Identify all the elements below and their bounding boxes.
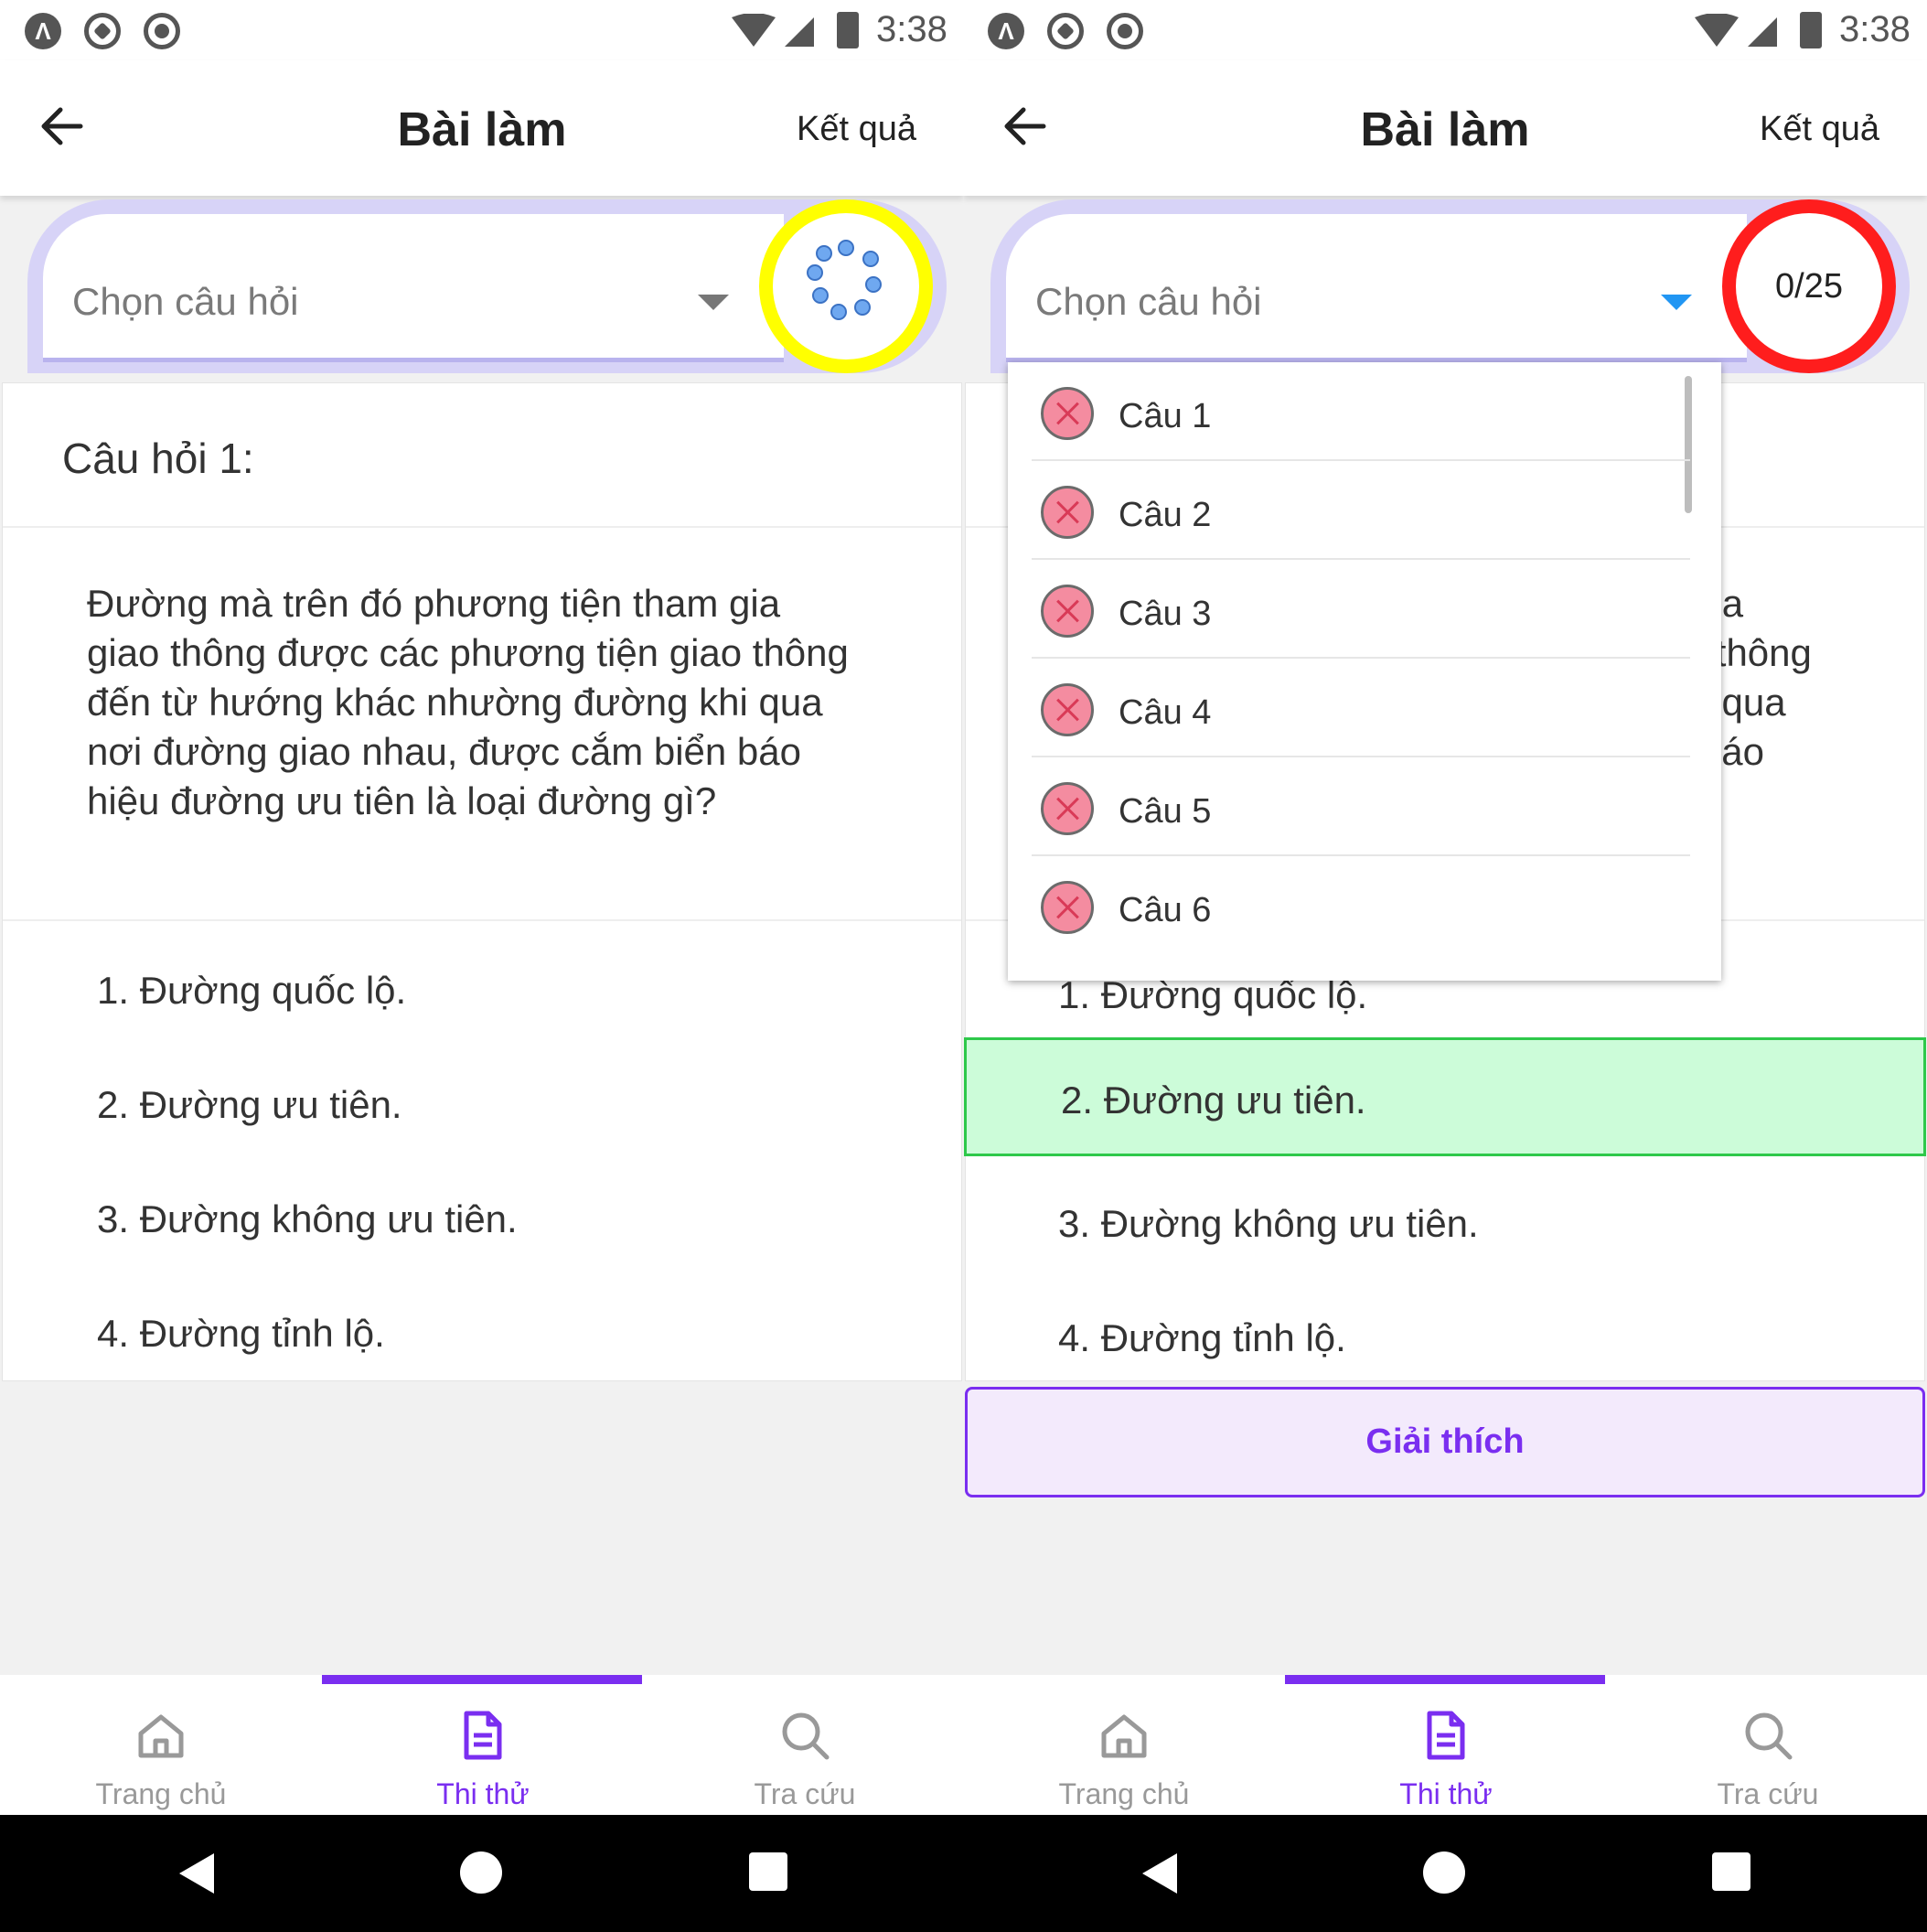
dropdown-item[interactable]: Câu 4 <box>1032 659 1690 757</box>
record-icon <box>1107 13 1143 49</box>
tab-practice-test[interactable]: Thi thử <box>1285 1693 1607 1815</box>
loading-spinner-icon <box>807 240 882 320</box>
incorrect-icon <box>1041 585 1094 638</box>
status-time: 3:38 <box>876 9 947 49</box>
question-body: Đường mà trên đó phương tiện tham gia gi… <box>3 528 961 921</box>
incorrect-icon <box>1041 881 1094 934</box>
question-text: Đường mà trên đó phương tiện tham gia gi… <box>87 582 849 822</box>
answer-option-3[interactable]: 3. Đường không ưu tiên. <box>3 1161 961 1271</box>
soccer-icon <box>1047 13 1084 49</box>
progress-timer: 0/25 <box>1722 199 1896 373</box>
screen-right: Λ 3:38 Bài làm Kết quả Chọn câu hỏi 0/25… <box>963 0 1927 1815</box>
wifi-signal-icon <box>732 14 814 47</box>
question-select[interactable]: Chọn câu hỏi <box>1006 214 1747 362</box>
active-tab-indicator <box>322 1675 642 1684</box>
bottom-navigation: Trang chủ Thi thử Tra cứu <box>963 1675 1927 1815</box>
chevron-down-icon[interactable] <box>698 295 729 310</box>
soccer-icon <box>84 13 121 49</box>
question-select-placeholder: Chọn câu hỏi <box>1035 280 1262 323</box>
system-home-icon[interactable] <box>460 1852 502 1894</box>
record-icon <box>144 13 180 49</box>
app-notification-icon: Λ <box>988 13 1024 49</box>
incorrect-icon <box>1041 387 1094 440</box>
app-bar: Bài làm Kết quả <box>0 60 964 196</box>
bottom-navigation: Trang chủ Thi thử Tra cứu <box>0 1675 964 1815</box>
answer-option-4[interactable]: 4. Đường tỉnh lộ. <box>964 1280 1926 1390</box>
progress-timer-loading <box>759 199 933 373</box>
result-button[interactable]: Kết quả <box>1760 110 1879 149</box>
question-card: Câu hỏi 1: Đường mà trên đó phương tiện … <box>2 382 962 1381</box>
search-icon <box>1745 1712 1793 1760</box>
battery-icon <box>1800 12 1822 48</box>
document-icon <box>1427 1711 1465 1760</box>
screen-left: Λ 3:38 Bài làm Kết quả Chọn câu hỏi Câu … <box>0 0 964 1815</box>
home-icon <box>138 1714 184 1758</box>
status-bar: Λ 3:38 <box>963 0 1927 60</box>
question-selector-bar: Chọn câu hỏi 0/25 <box>990 199 1910 373</box>
system-recents-icon[interactable] <box>749 1852 787 1891</box>
answer-option-3[interactable]: 3. Đường không ưu tiên. <box>964 1165 1926 1275</box>
tab-lookup[interactable]: Tra cứu <box>644 1693 964 1815</box>
answer-option-4[interactable]: 4. Đường tỉnh lộ. <box>3 1275 961 1385</box>
incorrect-icon <box>1041 683 1094 736</box>
status-time: 3:38 <box>1839 9 1911 49</box>
question-dropdown-list: Câu 1 Câu 2 Câu 3 Câu 4 Câu 5 Câu 6 <box>1008 362 1721 981</box>
dropdown-item[interactable]: Câu 5 <box>1032 757 1690 856</box>
question-select[interactable]: Chọn câu hỏi <box>43 214 784 362</box>
tab-home[interactable]: Trang chủ <box>963 1693 1285 1815</box>
question-header: Câu hỏi 1: <box>3 383 961 528</box>
tab-lookup[interactable]: Tra cứu <box>1607 1693 1927 1815</box>
result-button[interactable]: Kết quả <box>797 110 916 149</box>
answer-option-2[interactable]: 2. Đường ưu tiên. <box>3 1046 961 1156</box>
dropdown-item[interactable]: Câu 3 <box>1032 560 1690 659</box>
answered-count: 0/25 <box>1775 266 1843 306</box>
question-select-placeholder: Chọn câu hỏi <box>72 280 299 323</box>
status-bar: Λ 3:38 <box>0 0 964 60</box>
tab-practice-test[interactable]: Thi thử <box>322 1693 644 1815</box>
answer-option-2-correct[interactable]: 2. Đường ưu tiên. <box>964 1037 1926 1156</box>
wifi-signal-icon <box>1695 14 1777 47</box>
system-back-icon[interactable] <box>179 1853 214 1894</box>
system-home-icon[interactable] <box>1423 1852 1465 1894</box>
explain-button[interactable]: Giải thích <box>965 1387 1925 1497</box>
active-tab-indicator <box>1285 1675 1605 1684</box>
battery-icon <box>837 12 859 48</box>
answer-option-1[interactable]: 1. Đường quốc lộ. <box>3 932 961 1042</box>
system-recents-icon[interactable] <box>1712 1852 1750 1891</box>
dropdown-item[interactable]: Câu 2 <box>1032 461 1690 560</box>
dropdown-item[interactable]: Câu 6 <box>1032 856 1690 955</box>
system-back-icon[interactable] <box>1142 1853 1177 1894</box>
system-navigation-bar <box>0 1815 1927 1932</box>
home-icon <box>1101 1714 1147 1758</box>
question-selector-bar: Chọn câu hỏi <box>27 199 947 373</box>
chevron-down-icon[interactable] <box>1661 295 1692 310</box>
question-number: Câu hỏi 1: <box>62 435 254 482</box>
incorrect-icon <box>1041 486 1094 539</box>
document-icon <box>464 1711 502 1760</box>
tab-home[interactable]: Trang chủ <box>0 1693 322 1815</box>
incorrect-icon <box>1041 782 1094 835</box>
app-bar: Bài làm Kết quả <box>963 60 1927 196</box>
dropdown-item[interactable]: Câu 1 <box>1032 362 1690 461</box>
app-notification-icon: Λ <box>25 13 61 49</box>
search-icon <box>782 1712 830 1760</box>
